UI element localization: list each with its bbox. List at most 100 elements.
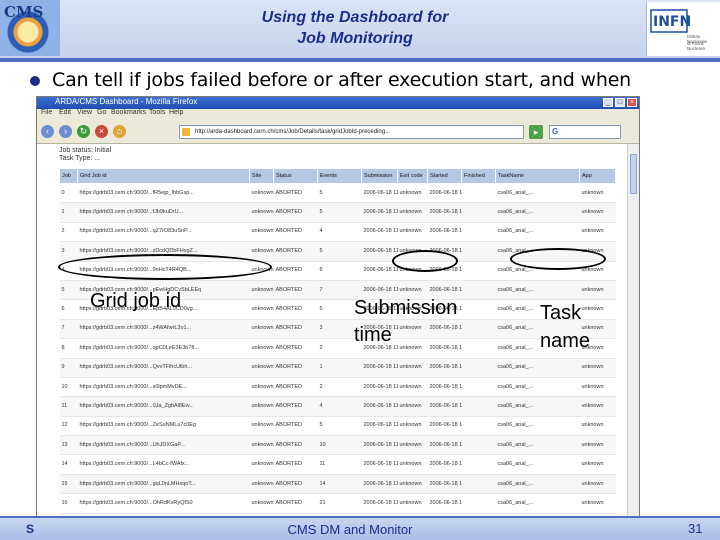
table-cell: csa06_anal_... <box>495 183 580 204</box>
footer-left-text: S <box>26 522 35 536</box>
close-icon[interactable]: × <box>627 98 637 107</box>
table-cell: csa06_anal_... <box>495 202 580 223</box>
menu-edit[interactable]: Edit <box>59 109 71 116</box>
stop-icon[interactable]: × <box>95 125 108 138</box>
table-cell[interactable]: https://gdrb03.cern.ch:9000/...QvvTFihcU… <box>77 358 250 378</box>
column-header[interactable]: Finished <box>461 168 496 184</box>
table-cell: ABORTED <box>273 493 318 514</box>
table-cell <box>461 416 496 437</box>
table-cell: 2006-06-18 11:03:27 <box>361 183 398 204</box>
column-header[interactable]: Events <box>317 168 362 184</box>
table-row[interactable]: 7 https://gdrb03.cern.ch:9000/...z4WAfwrL… <box>59 319 616 340</box>
column-header[interactable]: TaskName <box>495 168 580 184</box>
table-cell[interactable]: https://gdrb03.cern.ch:9000/...qZ7rO83uS… <box>77 222 250 243</box>
column-header[interactable]: Status <box>273 168 318 184</box>
table-cell[interactable]: https://gdrb03.cern.ch:9000/...z4WAfwrL3… <box>77 319 250 340</box>
annotation-task-line2: name <box>540 330 591 352</box>
home-icon[interactable]: ⌂ <box>113 125 126 138</box>
table-cell: unknown <box>579 493 616 514</box>
table-cell: 2006-06-18 11:03:37 <box>361 202 398 223</box>
cms-logo: CMS <box>0 0 60 56</box>
jobs-table: Job Grid Job id Site Status Events Submission… <box>59 168 616 527</box>
table-cell: ABORTED <box>273 241 318 262</box>
table-row[interactable]: 14 https://gdrb03.cern.ch:9000/...L4bCc-f… <box>59 454 616 475</box>
table-cell: 2006-06-18 11:06:22 <box>427 222 462 243</box>
table-cell: unknown <box>249 396 274 417</box>
table-row[interactable]: 16 https://gdrb03.cern.ch:9000/...OhRdKvR… <box>59 493 616 514</box>
menu-help[interactable]: Help <box>169 109 183 116</box>
menu-go[interactable]: Go <box>97 109 106 116</box>
table-cell <box>461 338 496 359</box>
table-row[interactable]: 10 https://gdrb03.cern.ch:9000/...s0lpmMv… <box>59 377 616 398</box>
table-cell: csa06_anal_... <box>495 435 580 456</box>
column-header[interactable]: App <box>579 168 616 184</box>
vertical-scrollbar[interactable] <box>627 144 639 527</box>
column-header[interactable]: Job <box>59 168 78 184</box>
table-cell: unknown <box>397 493 428 514</box>
table-cell[interactable]: https://gdrb03.cern.ch:9000/...L4bCc-fWA… <box>77 454 250 475</box>
table-cell[interactable]: https://gdrb03.cern.ch:9000/...gqL0nLMHx… <box>77 474 250 495</box>
table-cell: ABORTED <box>273 338 318 359</box>
table-row[interactable]: 13 https://gdrb03.cern.ch:9000/...UhJDXGa… <box>59 435 616 456</box>
go-icon[interactable]: ▸ <box>529 125 543 139</box>
table-cell: 14 <box>317 474 362 495</box>
table-cell: 12 <box>59 416 78 437</box>
scrollbar-thumb[interactable] <box>630 154 637 194</box>
table-cell: 2006-06-18 11:09:22 <box>361 454 398 475</box>
page-heading-1: Job status: Initial <box>59 147 112 154</box>
table-cell[interactable]: https://gdrb03.cern.ch:9000/...fR5ejp_Ih… <box>77 183 250 204</box>
page-heading-2: Task Type: ... <box>59 155 101 162</box>
table-cell[interactable]: https://gdrb03.cern.ch:9000/...s0lpmMvDE… <box>77 377 250 398</box>
table-row[interactable]: 0 https://gdrb03.cern.ch:9000/...fR5ejp_I… <box>59 183 616 204</box>
table-cell[interactable]: https://gdrb03.cern.ch:9000/...OhRdKvRyQ… <box>77 493 250 514</box>
table-row[interactable]: 1 https://gdrb03.cern.ch:9000/...fJb9kuDr… <box>59 202 616 223</box>
table-cell[interactable]: https://gdrb03.cern.ch:9000/...ZeSuNMLu7… <box>77 416 250 437</box>
column-header[interactable]: Grid Job id <box>77 168 250 184</box>
table-cell[interactable]: https://gdrb03.cern.ch:9000/...0Ja_ZgbAl… <box>77 396 250 417</box>
reload-icon[interactable]: ↻ <box>77 125 90 138</box>
table-cell: unknown <box>397 202 428 223</box>
column-header[interactable]: Started <box>427 168 462 184</box>
menu-tools[interactable]: Tools <box>149 109 165 116</box>
minimize-icon[interactable]: _ <box>603 98 613 107</box>
table-cell[interactable]: https://gdrb03.cern.ch:9000/...fJb9kuDrU… <box>77 202 250 223</box>
table-cell: 11 <box>59 396 78 417</box>
forward-icon[interactable]: › <box>59 125 72 138</box>
table-cell <box>461 493 496 514</box>
table-row[interactable]: 8 https://gdrb03.cern.ch:9000/...qpC0LeE3… <box>59 338 616 359</box>
menu-file[interactable]: File <box>41 109 52 116</box>
table-cell: unknown <box>249 338 274 359</box>
column-header[interactable]: Exit code <box>397 168 428 184</box>
maximize-icon[interactable]: □ <box>615 98 625 107</box>
table-row[interactable]: 2 https://gdrb03.cern.ch:9000/...qZ7rO83u… <box>59 222 616 243</box>
back-icon[interactable]: ‹ <box>41 125 54 138</box>
table-cell <box>461 202 496 223</box>
table-cell: unknown <box>579 416 616 437</box>
table-row[interactable]: 15 https://gdrb03.cern.ch:9000/...gqL0nLM… <box>59 474 616 495</box>
table-cell: 8 <box>59 338 78 359</box>
address-bar[interactable]: http://arda-dashboard.cern.ch/cms/Job/De… <box>179 125 524 139</box>
table-cell[interactable]: https://gdrb03.cern.ch:9000/...qpC0LeE3E… <box>77 338 250 359</box>
search-input[interactable]: G <box>549 125 621 139</box>
table-row[interactable]: 11 https://gdrb03.cern.ch:9000/...0Ja_Zgb… <box>59 396 616 417</box>
table-row[interactable]: 12 https://gdrb03.cern.ch:9000/...ZeSuNML… <box>59 416 616 437</box>
table-cell[interactable]: https://gdrb03.cern.ch:9000/...UhJDXGaP.… <box>77 435 250 456</box>
table-cell: 2006-06-18 11:12:18 <box>427 416 462 437</box>
table-cell: 2006-06-18 11:09:55 <box>427 338 462 359</box>
table-cell <box>461 377 496 398</box>
table-cell: unknown <box>249 222 274 243</box>
table-cell: unknown <box>579 280 616 301</box>
table-cell: 5 <box>317 241 362 262</box>
table-cell: csa06_anal_... <box>495 377 580 398</box>
column-header[interactable]: Submission <box>361 168 398 184</box>
menu-bookmarks[interactable]: Bookmarks <box>111 109 146 116</box>
table-cell: 1 <box>317 358 362 378</box>
menu-view[interactable]: View <box>77 109 92 116</box>
table-cell: 2006-06-18 11:05:03 <box>361 261 398 281</box>
google-icon: G <box>552 127 559 136</box>
column-header[interactable]: Site <box>249 168 274 184</box>
table-cell: csa06_anal_... <box>495 493 580 514</box>
table-cell: unknown <box>579 202 616 223</box>
table-row[interactable]: 9 https://gdrb03.cern.ch:9000/...QvvTFihc… <box>59 358 616 378</box>
infn-logo-subtitle-2: di Fisica Nucleare <box>687 41 706 51</box>
